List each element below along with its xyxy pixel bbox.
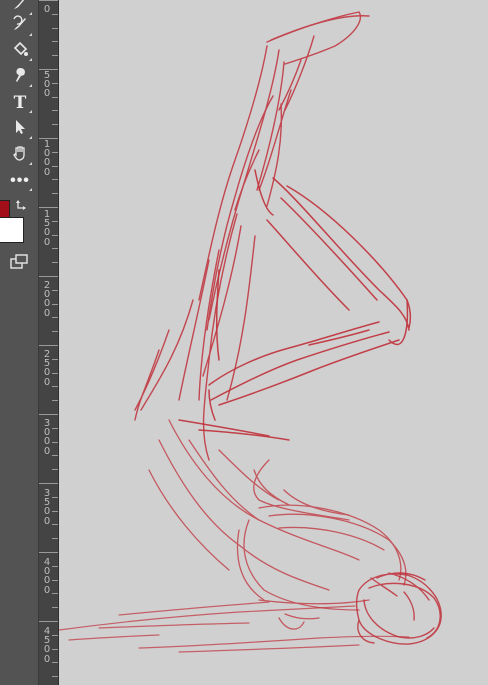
ruler-label-4500: 4500 — [43, 626, 51, 665]
ruler-label-0: 0 — [43, 4, 51, 15]
smudge-icon — [11, 66, 29, 89]
paint-bucket-icon — [11, 40, 29, 63]
ruler-label-2000: 2000 — [43, 280, 51, 319]
more-tools-button[interactable]: ••• — [8, 170, 32, 192]
document-canvas[interactable] — [59, 0, 488, 685]
smudge-tool-button[interactable] — [8, 66, 32, 88]
history-brush-icon — [11, 14, 29, 38]
tools-panel: T ••• — [0, 0, 39, 685]
background-color-swatch[interactable] — [0, 217, 24, 243]
text-tool-button[interactable]: T — [8, 92, 32, 114]
text-icon: T — [13, 93, 27, 113]
paint-bucket-tool-button[interactable] — [8, 40, 32, 62]
swap-colors-icon[interactable] — [16, 199, 28, 211]
ruler-label-1000: 1000 — [43, 139, 51, 178]
path-selection-icon — [11, 118, 29, 141]
ruler-label-2500: 2500 — [43, 349, 51, 388]
ruler-label-3500: 3500 — [43, 488, 51, 527]
screen-mode-icon[interactable] — [10, 254, 28, 270]
ruler-label-4000: 4000 — [43, 557, 51, 596]
hand-tool-button[interactable] — [8, 144, 32, 166]
vertical-ruler: 0 500 1000 1500 2000 2500 3000 3500 4000… — [39, 0, 59, 685]
ruler-label-1500: 1500 — [43, 209, 51, 248]
history-brush-tool-button[interactable] — [8, 14, 32, 38]
hand-tool-icon — [11, 144, 29, 167]
figure-sketch — [59, 11, 442, 653]
path-selection-tool-button[interactable] — [8, 118, 32, 140]
ruler-label-3000: 3000 — [43, 418, 51, 457]
more-tools-icon: ••• — [10, 172, 30, 189]
ruler-label-500: 500 — [43, 70, 51, 100]
